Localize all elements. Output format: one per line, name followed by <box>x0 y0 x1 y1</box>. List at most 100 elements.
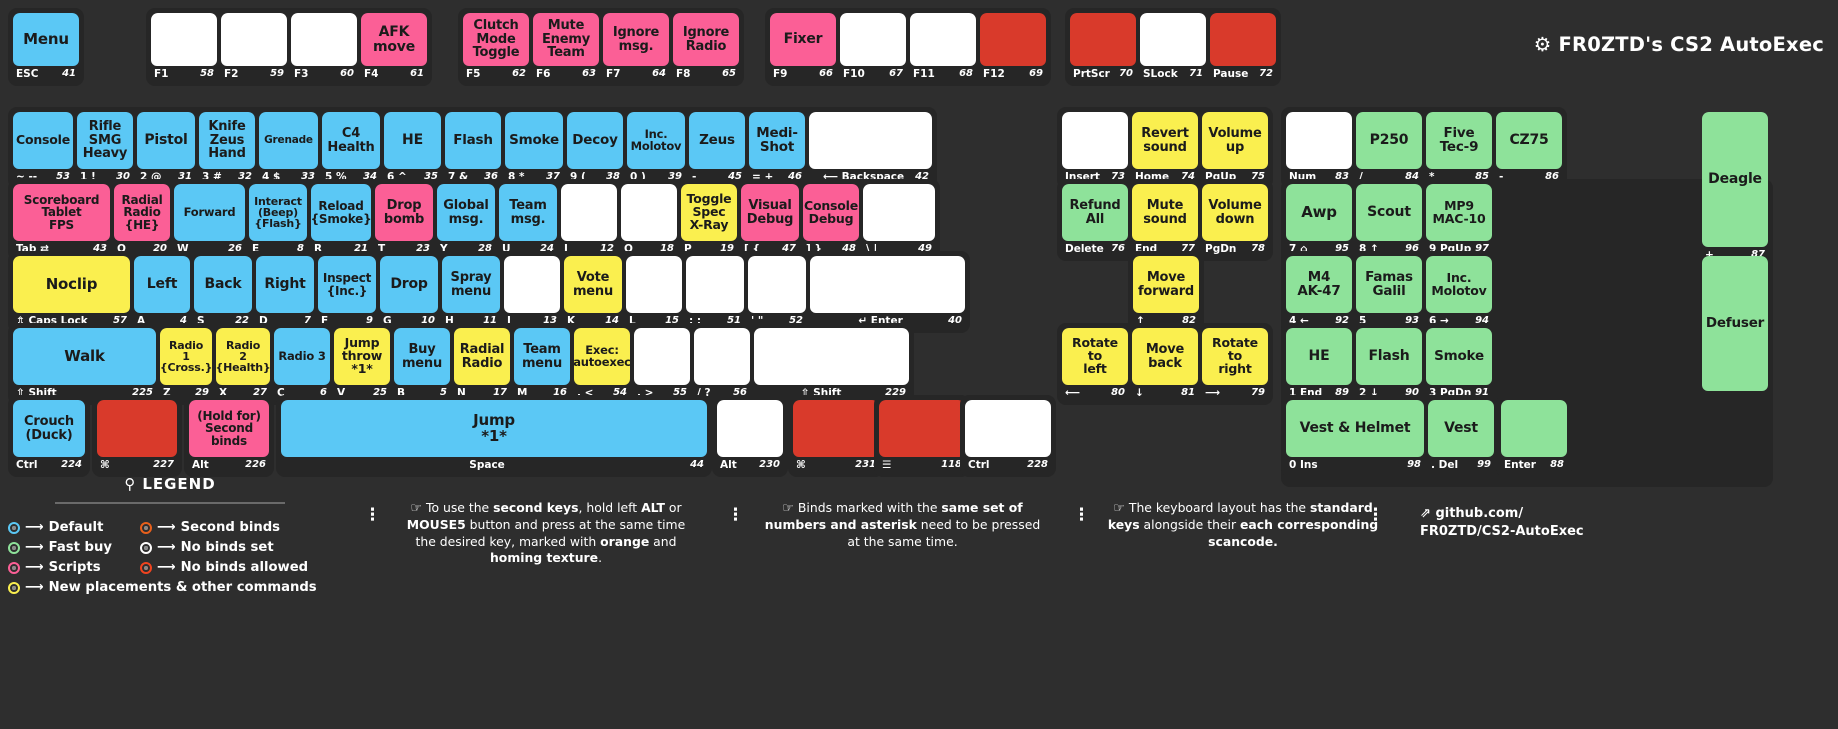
key-9-[interactable]: Decoy 9 (38 <box>567 112 623 184</box>
key--[interactable]: / ? 56 <box>694 328 750 400</box>
key-3-pgdn[interactable]: Smoke 3 PgDn 91 <box>1426 328 1492 400</box>
key-x[interactable]: Radio 2 {Health} X 27 <box>216 328 270 400</box>
key-u[interactable]: Team msg. U 24 <box>499 184 557 256</box>
key-0-[interactable]: Inc. Molotov 0 ) 39 <box>627 112 685 184</box>
key-5[interactable]: Famas Galil 5 93 <box>1356 256 1422 328</box>
key-f10[interactable]: F10 67 <box>840 13 906 81</box>
key-4-[interactable]: Grenade 4 $33 <box>259 112 318 184</box>
key--[interactable]: Five Tec-9 * 85 <box>1426 112 1492 184</box>
key-3-[interactable]: Knife Zeus Hand 3 #32 <box>199 112 255 184</box>
key-pgdn[interactable]: Volume down PgDn 78 <box>1202 184 1268 256</box>
key-e[interactable]: Interact (Beep) {Flash} E 8 <box>249 184 307 256</box>
key-c[interactable]: Radio 3C6 <box>274 328 330 400</box>
key-f9[interactable]: Fixer F9 66 <box>770 13 836 81</box>
key-v[interactable]: Jump throw *1* V 25 <box>334 328 390 400</box>
key-f5[interactable]: Clutch Mode Toggle F5 62 <box>463 13 529 81</box>
key-2-[interactable]: Flash 2 ↓ 90 <box>1356 328 1422 400</box>
key-n[interactable]: Radial Radio N 17 <box>454 328 510 400</box>
key-6-[interactable]: Inc. Molotov 6 → 94 <box>1426 256 1492 328</box>
key--backspace[interactable]: ⟵ Backspace 42 <box>809 112 932 184</box>
key-1-end[interactable]: HE 1 End 89 <box>1286 328 1352 400</box>
key--[interactable]: Rotate to right ⟶ 79 <box>1202 328 1268 400</box>
github-link[interactable]: ⇗ github.com/ FR0ZTD/CS2-AutoExec <box>1420 505 1750 540</box>
key--[interactable]: Medi- Shot = +46 <box>749 112 805 184</box>
key-f12[interactable]: F12 69 <box>980 13 1046 81</box>
key-9-pgup[interactable]: MP9 MAC-10 9 PgUp 97 <box>1426 184 1492 256</box>
key--shift[interactable]: ⇧ Shift 229 <box>754 328 909 400</box>
key--[interactable]: Rotate to left ⟵ 80 <box>1062 328 1128 400</box>
key-pause[interactable]: Pause 72 <box>1210 13 1276 81</box>
key-8-[interactable]: Scout 8 ↑ 96 <box>1356 184 1422 256</box>
key-j[interactable]: J 13 <box>504 256 560 328</box>
key-pgup[interactable]: Volume up PgUp 75 <box>1202 112 1268 184</box>
key--[interactable]: ⌘ 231 <box>793 400 879 472</box>
key--[interactable]: ; :51 <box>686 256 744 328</box>
key-z[interactable]: Radio 1 {Cross.} Z 29 <box>160 328 212 400</box>
key-f11[interactable]: F11 68 <box>910 13 976 81</box>
key--shift[interactable]: Walk ⇧ Shift 225 <box>13 328 156 400</box>
key-t[interactable]: Drop bomb T 23 <box>375 184 433 256</box>
key-d[interactable]: Right D 7 <box>256 256 314 328</box>
key-h[interactable]: Spray menu H 11 <box>442 256 500 328</box>
key-tab-[interactable]: Scoreboard Tablet FPS Tab ⇄ 43 <box>13 184 110 256</box>
key--[interactable]: ⌘ 227 <box>97 400 177 472</box>
key--[interactable]: Move back ↓ 81 <box>1132 328 1198 400</box>
key-f7[interactable]: Ignore msg. F7 64 <box>603 13 669 81</box>
key--[interactable]: Zeus - _ 45 <box>689 112 745 184</box>
key-home[interactable]: Revert sound Home 74 <box>1132 112 1198 184</box>
key-s[interactable]: Back S 22 <box>194 256 252 328</box>
key-f6[interactable]: Mute Enemy Team F6 63 <box>533 13 599 81</box>
key--enter[interactable]: ↵ Enter 40 <box>810 256 965 328</box>
key-2-[interactable]: Pistol 2 @31 <box>137 112 195 184</box>
key-7-[interactable]: Awp 7 ⌂ 95 <box>1286 184 1352 256</box>
key-w[interactable]: Forward W 26 <box>174 184 245 256</box>
key-0-ins[interactable]: Vest & Helmet 0 Ins 98 <box>1286 400 1424 472</box>
key-b[interactable]: Buy menu B 5 <box>394 328 450 400</box>
key-f1[interactable]: F1 58 <box>151 13 217 81</box>
key-insert[interactable]: Insert 73 <box>1062 112 1128 184</box>
key-delete[interactable]: Refund All Delete 76 <box>1062 184 1128 256</box>
key--[interactable]: Deagle +87 <box>1702 112 1768 262</box>
key--[interactable]: Move forward ↑ 82 <box>1133 256 1199 328</box>
key--[interactable]: \ | 49 <box>863 184 935 256</box>
key-esc[interactable]: Menu ESC 41 <box>13 13 79 81</box>
key-k[interactable]: Vote menu K 14 <box>564 256 622 328</box>
key-p[interactable]: Toggle Spec X-Ray P 19 <box>681 184 737 256</box>
key-6-[interactable]: HE 6 ^ 35 <box>384 112 441 184</box>
key--caps-lock[interactable]: Noclip ⇬ Caps Lock 57 <box>13 256 130 328</box>
key--[interactable]: ' " 52 <box>748 256 806 328</box>
key-alt[interactable]: Alt 230 <box>717 400 783 472</box>
key-y[interactable]: Global msg. Y 28 <box>437 184 495 256</box>
key-r[interactable]: Reload {Smoke} R 21 <box>311 184 371 256</box>
key--[interactable]: Exec: autoexec, <54 <box>574 328 630 400</box>
key-ctrl[interactable]: Crouch (Duck) Ctrl 224 <box>13 400 85 472</box>
key-f3[interactable]: F3 60 <box>291 13 357 81</box>
key-g[interactable]: Drop G 10 <box>380 256 438 328</box>
key-1-[interactable]: Rifle SMG Heavy 1 ! 30 <box>77 112 133 184</box>
key--[interactable]: Console ~ -- 53 <box>13 112 73 184</box>
key-f8[interactable]: Ignore Radio F8 65 <box>673 13 739 81</box>
key-num[interactable]: Num 83 <box>1286 112 1352 184</box>
key--[interactable]: ☰ 118 <box>879 400 965 472</box>
key-slock[interactable]: SLock 71 <box>1140 13 1206 81</box>
key--[interactable]: . >55 <box>634 328 690 400</box>
key-5-[interactable]: C4 Health 5 % 34 <box>322 112 380 184</box>
key--[interactable]: P250/84 <box>1356 112 1422 184</box>
key-ctrl[interactable]: Ctrl 228 <box>965 400 1051 472</box>
key-8-[interactable]: Smoke 8 * 37 <box>505 112 563 184</box>
key-defuser[interactable]: Defuser <box>1702 256 1768 406</box>
key-a[interactable]: Left A 4 <box>134 256 190 328</box>
key-o[interactable]: O 18 <box>621 184 677 256</box>
key-f[interactable]: Inspect {Inc.} F 9 <box>318 256 376 328</box>
key--[interactable]: Console Debug] } 48 <box>803 184 859 256</box>
key-f2[interactable]: F2 59 <box>221 13 287 81</box>
key-f4[interactable]: AFK move F4 61 <box>361 13 427 81</box>
key-end[interactable]: Mute sound End 77 <box>1132 184 1198 256</box>
key-enter[interactable]: Enter 88 <box>1501 400 1567 472</box>
key-i[interactable]: I 12 <box>561 184 617 256</box>
key-q[interactable]: Radial Radio {HE} Q 20 <box>114 184 170 256</box>
key--del[interactable]: Vest. Del 99 <box>1428 400 1494 472</box>
key-7-[interactable]: Flash 7 & 36 <box>445 112 501 184</box>
key--[interactable]: Visual Debug[ {47 <box>741 184 799 256</box>
key--[interactable]: CZ75-86 <box>1496 112 1562 184</box>
